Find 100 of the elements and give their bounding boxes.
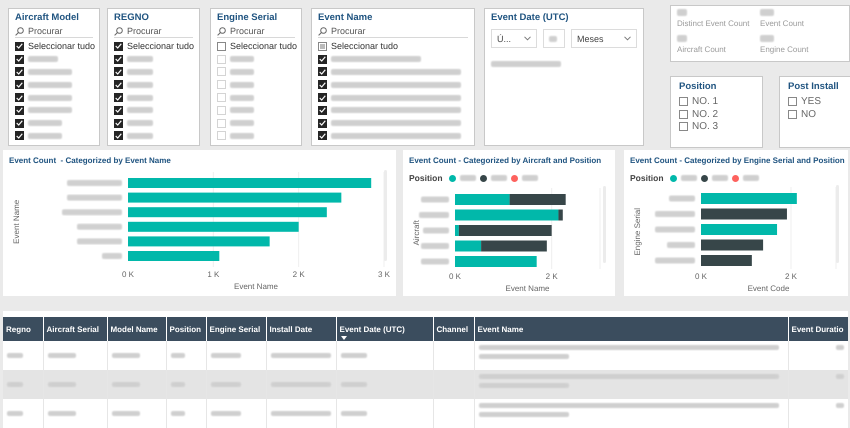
search-field[interactable]: Procurar	[331, 26, 366, 36]
kpi-label: Event Count	[760, 19, 806, 28]
checkbox[interactable]	[114, 80, 123, 90]
checkbox[interactable]	[15, 42, 24, 51]
kpi-label: Aircraft Count	[677, 44, 727, 54]
checkbox[interactable]	[15, 93, 24, 102]
search-icon	[318, 26, 327, 36]
period-dropdown[interactable]: Ú...	[491, 29, 537, 48]
search-field[interactable]: Procurar	[28, 26, 63, 36]
checkbox[interactable]	[15, 80, 24, 90]
checkbox[interactable]	[679, 110, 688, 119]
redacted-text	[742, 175, 759, 181]
column-header[interactable]: Event Name	[474, 317, 788, 341]
checkbox[interactable]	[788, 110, 797, 119]
column-header[interactable]: Position	[166, 317, 206, 341]
checkbox[interactable]	[788, 96, 797, 106]
option-label[interactable]: NO	[801, 108, 816, 120]
slicer-title: REGNO	[114, 12, 150, 23]
redacted-text	[48, 411, 76, 416]
select-all-label[interactable]: Seleccionar tudo	[28, 41, 96, 52]
select-all-label[interactable]: Seleccionar tudo	[331, 41, 398, 52]
y-axis-title: Aircraft	[412, 220, 421, 246]
redacted-text	[270, 353, 330, 358]
redacted-label	[419, 212, 449, 218]
column-header[interactable]: Regno	[3, 317, 43, 341]
select-all-label[interactable]: Seleccionar tudo	[230, 41, 298, 52]
slicer-title: Aircraft Model	[15, 12, 80, 23]
checkbox[interactable]	[114, 67, 123, 76]
redacted-text	[7, 353, 23, 358]
redacted-label	[655, 226, 695, 232]
option-label[interactable]: NO. 3	[692, 121, 718, 132]
checkbox[interactable]	[318, 67, 327, 76]
column-header[interactable]: Event Duratio	[788, 317, 848, 341]
slicer-title: Engine Serial	[217, 12, 278, 23]
checkbox[interactable]	[15, 67, 24, 76]
redacted-text	[112, 411, 140, 416]
redacted-label	[421, 196, 449, 202]
search-field[interactable]: Procurar	[230, 26, 265, 36]
checkbox[interactable]	[318, 54, 327, 64]
redacted-text	[490, 175, 507, 181]
checkbox[interactable]	[114, 118, 123, 128]
redacted-text	[680, 175, 697, 181]
redacted-text	[836, 403, 844, 408]
legend-title: Position	[409, 173, 443, 183]
redacted-label	[423, 228, 449, 234]
checkbox[interactable]	[318, 131, 327, 140]
column-header[interactable]: Event Date (UTC)	[336, 317, 433, 341]
redacted-text	[210, 411, 240, 416]
checkbox[interactable]	[318, 93, 327, 102]
option-label[interactable]: NO. 2	[692, 108, 718, 120]
number-field[interactable]	[543, 29, 565, 48]
redacted-text	[340, 353, 366, 358]
redacted-label	[421, 243, 449, 249]
select-all-label[interactable]: Seleccionar tudo	[127, 41, 194, 52]
search-field[interactable]: Procurar	[127, 26, 162, 36]
checkbox[interactable]	[114, 42, 123, 51]
chart-title: Event Count - Categorized by Aircraft and Position	[409, 155, 602, 166]
checkbox[interactable]	[114, 93, 123, 102]
redacted-text	[127, 120, 153, 126]
checkbox[interactable]	[15, 131, 24, 140]
search-icon	[114, 26, 123, 36]
redacted-text	[28, 94, 72, 101]
redacted-text	[491, 61, 561, 67]
slicer-title: Position	[679, 81, 718, 92]
redacted-text	[28, 107, 72, 114]
column-header[interactable]: Model Name	[107, 317, 166, 341]
column-header[interactable]: Engine Serial	[206, 317, 266, 341]
option-label[interactable]: YES	[801, 96, 822, 107]
redacted-text	[230, 120, 254, 126]
redacted-text	[230, 68, 254, 75]
redacted-text	[28, 120, 62, 126]
checkbox[interactable]	[318, 106, 327, 115]
redacted-text	[127, 56, 153, 62]
chart-title: Event Count - Categorized by Event Name	[9, 155, 172, 166]
x-axis-title: Event Code	[748, 284, 790, 293]
redacted-text	[48, 353, 76, 358]
redacted-text	[760, 34, 774, 42]
checkbox[interactable]	[679, 122, 688, 132]
column-header[interactable]: Aircraft Serial	[43, 317, 107, 341]
checkbox[interactable]	[114, 106, 123, 115]
checkbox[interactable]	[318, 80, 327, 90]
checkbox[interactable]	[114, 131, 123, 140]
checkbox[interactable]	[114, 54, 123, 64]
checkbox[interactable]	[318, 118, 327, 128]
redacted-text	[677, 34, 687, 42]
checkbox[interactable]	[318, 42, 327, 51]
redacted-text	[127, 94, 153, 101]
redacted-text	[127, 107, 153, 114]
column-header[interactable]: Channel	[433, 317, 474, 341]
unit-dropdown[interactable]: Meses	[571, 29, 637, 48]
redacted-text	[230, 82, 254, 88]
redacted-text	[210, 353, 240, 358]
column-header[interactable]: Install Date	[266, 317, 336, 341]
checkbox[interactable]	[217, 42, 226, 51]
checkbox[interactable]	[679, 96, 688, 106]
checkbox[interactable]	[15, 118, 24, 128]
checkbox[interactable]	[15, 106, 24, 115]
checkbox[interactable]	[15, 54, 24, 64]
option-label[interactable]: NO. 1	[692, 96, 718, 107]
axis-tick-label: 3 K	[378, 270, 390, 279]
